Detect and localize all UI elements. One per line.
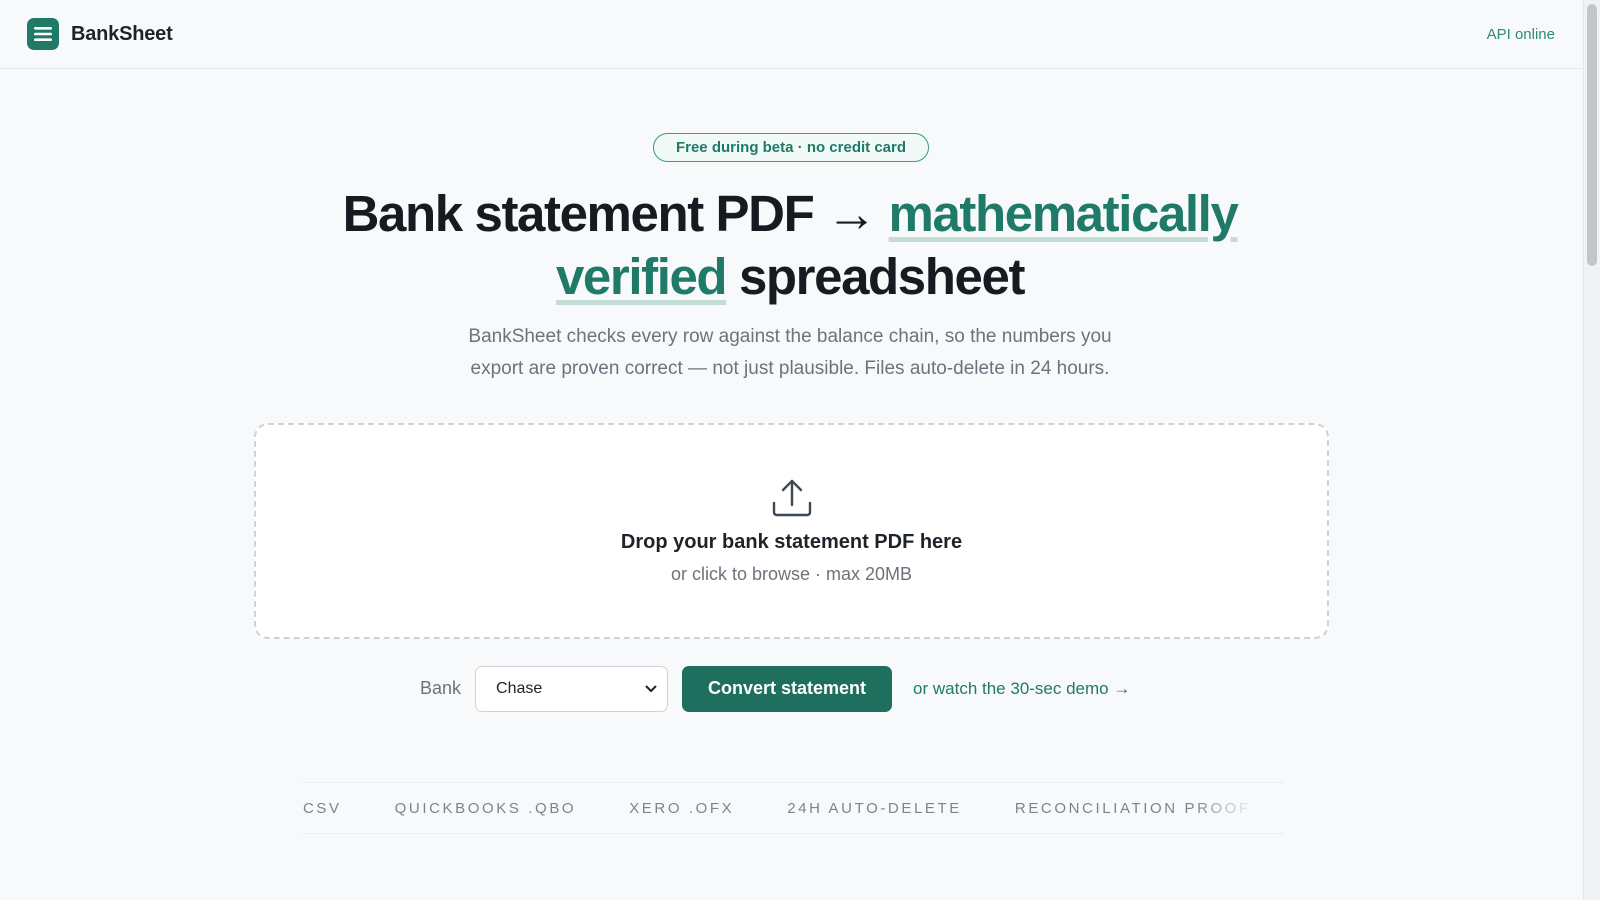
headline-part2: spreadsheet	[726, 248, 1025, 305]
upload-icon	[772, 479, 811, 517]
bank-select-value: Chase	[496, 679, 543, 697]
feature-item: XERO .OFX	[629, 799, 735, 817]
feature-strip-track: CSV QUICKBOOKS .QBO XERO .OFX 24H AUTO-DELE…	[303, 783, 1284, 833]
feature-item: QUICKBOOKS .QBO	[394, 799, 577, 817]
brand-name: BankSheet	[71, 22, 173, 45]
chevron-down-icon	[645, 685, 657, 692]
dropzone-subtitle: or click to browse · max 20MB	[670, 564, 913, 584]
feature-item: CSV	[303, 799, 342, 817]
bank-select[interactable]: Chase	[475, 665, 669, 712]
page: BankSheet API online Free during beta · …	[0, 0, 1600, 900]
feature-strip: CSV QUICKBOOKS .QBO XERO .OFX 24H AUTO-DELE…	[303, 782, 1284, 834]
api-status: API online	[1486, 25, 1555, 43]
page-title: Bank statement PDF → mathematically verif…	[300, 182, 1280, 308]
bank-label: Bank	[420, 678, 462, 698]
headline-part1: Bank statement PDF →	[342, 185, 889, 242]
headline-accent-2: verified	[555, 248, 728, 305]
vertical-scrollbar[interactable]	[1583, 0, 1600, 900]
subtitle-line-1: BankSheet checks every row against the b…	[468, 326, 1112, 347]
beta-badge: Free during beta · no credit card	[653, 133, 929, 162]
logo-icon	[27, 18, 59, 50]
headline-accent-1: mathematically	[888, 185, 1239, 242]
hero-subtitle: BankSheet checks every row against the b…	[430, 321, 1150, 385]
top-header: BankSheet API online	[0, 0, 1583, 69]
dropzone-title: Drop your bank statement PDF here	[620, 531, 963, 553]
pdf-dropzone[interactable]: Drop your bank statement PDF here or cli…	[254, 423, 1329, 639]
brand[interactable]: BankSheet	[27, 18, 173, 50]
convert-controls: Bank Chase Convert statement or watch th…	[420, 665, 1130, 712]
subtitle-line-2: export are proven correct — not just pla…	[470, 358, 1110, 379]
watch-demo-link[interactable]: or watch the 30-sec demo →	[913, 679, 1130, 699]
convert-statement-button[interactable]: Convert statement	[682, 665, 893, 712]
scrollbar-thumb[interactable]	[1587, 4, 1597, 266]
strip-fade	[1194, 783, 1284, 833]
feature-item: 24H AUTO-DELETE	[787, 799, 962, 817]
